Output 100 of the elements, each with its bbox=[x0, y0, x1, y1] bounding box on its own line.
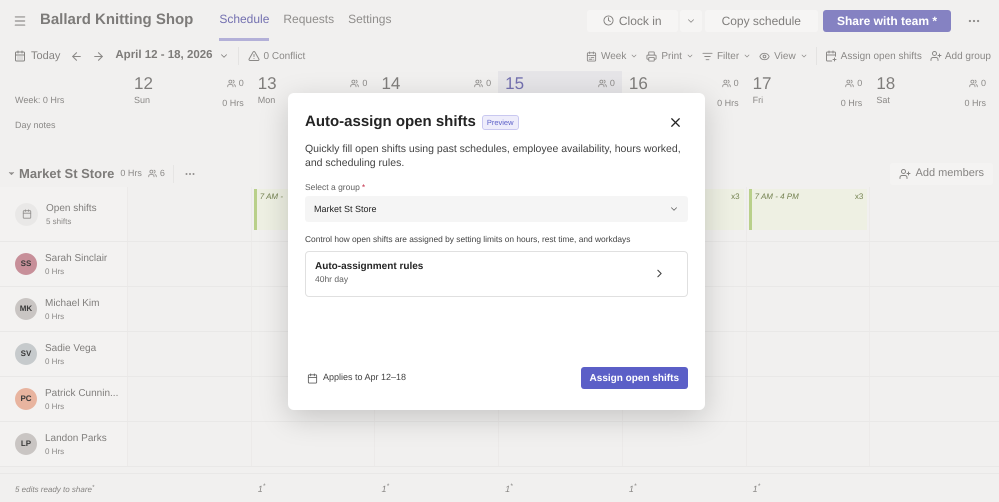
toolbar-menu[interactable]: View bbox=[759, 48, 808, 64]
clock-in-dropdown[interactable] bbox=[680, 10, 702, 32]
menu-icon[interactable] bbox=[13, 14, 27, 28]
people-icon bbox=[350, 79, 360, 88]
day-notes-label: Day notes bbox=[15, 119, 56, 132]
chevron-down-icon bbox=[743, 52, 752, 60]
printer-icon bbox=[646, 50, 658, 62]
applies-to: Applies to Apr 12–18 bbox=[323, 371, 406, 384]
avatar: SV bbox=[15, 343, 37, 365]
calendar-icon bbox=[586, 50, 597, 62]
row-name: Sarah Sinclair bbox=[45, 252, 108, 266]
row-hours: 5 shifts bbox=[46, 216, 72, 228]
day-hours: 0 Hrs bbox=[964, 96, 986, 110]
chevron-down-icon bbox=[686, 52, 694, 60]
toolbar-menu[interactable]: Filter bbox=[702, 48, 752, 64]
edit-count: 1$^{*}$ bbox=[381, 484, 390, 494]
chevron-down-icon bbox=[630, 52, 638, 60]
people-icon bbox=[226, 79, 236, 88]
day-date: 15 bbox=[505, 74, 524, 94]
toolbar-menu[interactable]: Week bbox=[586, 48, 638, 64]
copy-schedule-button[interactable]: Copy schedule bbox=[704, 10, 818, 32]
day-header[interactable]: 16 0 0 Hrs bbox=[622, 71, 746, 111]
day-name: Sun bbox=[134, 94, 152, 107]
group-hours: 0 Hrs bbox=[120, 166, 142, 180]
group-members: 6 bbox=[148, 166, 165, 180]
nav-tab[interactable]: Schedule bbox=[219, 0, 270, 41]
shift-card[interactable]: 7 AM - 4 PM x3 bbox=[748, 189, 868, 230]
rules-hint: Control how open shifts are assigned by setting limits on hours, rest time, and workdays bbox=[305, 233, 632, 246]
day-date: 18 bbox=[876, 74, 896, 94]
clock-in-button[interactable]: Clock in bbox=[586, 10, 678, 32]
group-field-label: Select a group bbox=[305, 180, 360, 194]
avatar: LP bbox=[15, 433, 37, 455]
row-hours: 0 Hrs bbox=[45, 356, 66, 368]
add-person-icon bbox=[930, 50, 942, 62]
collapse-icon[interactable] bbox=[7, 169, 16, 178]
app-title: Ballard Knitting Shop bbox=[40, 10, 194, 30]
add-group-button[interactable]: Add group bbox=[930, 48, 991, 64]
today-button[interactable]: Today bbox=[14, 48, 60, 64]
previous-week-icon[interactable] bbox=[70, 50, 84, 62]
day-header[interactable]: 12 Sun 0 0 Hrs bbox=[127, 71, 251, 111]
day-date: 17 bbox=[752, 74, 772, 94]
day-name: Sat bbox=[876, 94, 891, 107]
open-shifts-icon bbox=[15, 202, 38, 226]
people-count: 0 bbox=[226, 77, 244, 90]
people-count: 0 bbox=[350, 77, 368, 90]
rules-card[interactable]: Auto-assignment rules 40hr day bbox=[305, 250, 688, 297]
row-hours: 0 Hrs bbox=[45, 310, 66, 322]
day-date: 16 bbox=[628, 74, 648, 94]
day-header[interactable]: 17 Fri 0 0 Hrs bbox=[746, 71, 870, 111]
row-name: Patrick Cunnin... bbox=[45, 386, 118, 400]
date-range-button[interactable]: April 12 - 18, 2026 bbox=[115, 47, 229, 65]
day-name: Fri bbox=[752, 94, 764, 107]
schedule-cell[interactable]: 7 AM - 4 PM x3 bbox=[746, 187, 870, 241]
day-header[interactable]: 14 0 bbox=[374, 71, 498, 111]
day-date: 13 bbox=[258, 74, 277, 94]
people-count: 0 bbox=[722, 77, 739, 90]
group-name: Market St Store bbox=[19, 164, 114, 183]
people-icon bbox=[845, 79, 854, 88]
chevron-down-icon bbox=[800, 52, 808, 60]
avatar: SS bbox=[15, 253, 37, 275]
day-hours: 0 Hrs bbox=[717, 96, 739, 110]
row-name: Open shifts bbox=[46, 202, 97, 216]
nav-tab[interactable]: Settings bbox=[348, 0, 392, 41]
nav-tab[interactable]: Requests bbox=[283, 0, 334, 41]
row-name: Michael Kim bbox=[45, 296, 100, 310]
assign-open-shifts-button[interactable]: Assign open shifts bbox=[824, 48, 922, 64]
edit-count: 1$^{*}$ bbox=[505, 484, 513, 494]
day-name: Mon bbox=[258, 94, 276, 107]
clock-icon bbox=[602, 15, 614, 26]
people-count: 0 bbox=[598, 77, 615, 90]
day-header[interactable]: 18 Sat 0 0 Hrs bbox=[869, 71, 994, 111]
people-icon bbox=[722, 79, 731, 88]
warning-icon bbox=[248, 50, 260, 62]
calendar-icon bbox=[14, 50, 26, 62]
assign-button[interactable]: Assign open shifts bbox=[580, 367, 688, 389]
filter-icon bbox=[702, 50, 713, 62]
day-hours: 0 Hrs bbox=[222, 96, 244, 110]
avatar: MK bbox=[15, 298, 37, 320]
week-hours: Week: 0 Hrs bbox=[15, 94, 64, 106]
edit-count: 1$^{*}$ bbox=[258, 484, 266, 494]
day-date: 12 bbox=[134, 74, 153, 94]
group-select[interactable]: Market St Store bbox=[305, 196, 688, 222]
calendar-plus-icon bbox=[824, 50, 837, 62]
edit-count: 1$^{*}$ bbox=[752, 484, 760, 494]
day-header[interactable]: 13 Mon 0 bbox=[250, 71, 374, 111]
row-hours: 0 Hrs bbox=[45, 446, 66, 458]
share-button[interactable]: Share with team * bbox=[822, 10, 951, 32]
toolbar-menu[interactable]: Print bbox=[646, 48, 694, 64]
row-hours: 0 Hrs bbox=[45, 400, 66, 412]
conflict-indicator: 0 Conflict bbox=[248, 48, 306, 64]
eye-icon bbox=[759, 50, 770, 62]
people-count: 0 bbox=[474, 77, 492, 90]
people-icon bbox=[598, 79, 607, 88]
edits-status: 5 edits ready to share$^{*}$ bbox=[15, 484, 94, 494]
required-mark: * bbox=[362, 180, 366, 194]
people-count: 0 bbox=[969, 77, 986, 90]
row-hours: 0 Hrs bbox=[45, 266, 66, 278]
next-week-icon[interactable] bbox=[92, 50, 106, 62]
people-icon bbox=[148, 169, 157, 178]
people-icon bbox=[969, 79, 978, 88]
